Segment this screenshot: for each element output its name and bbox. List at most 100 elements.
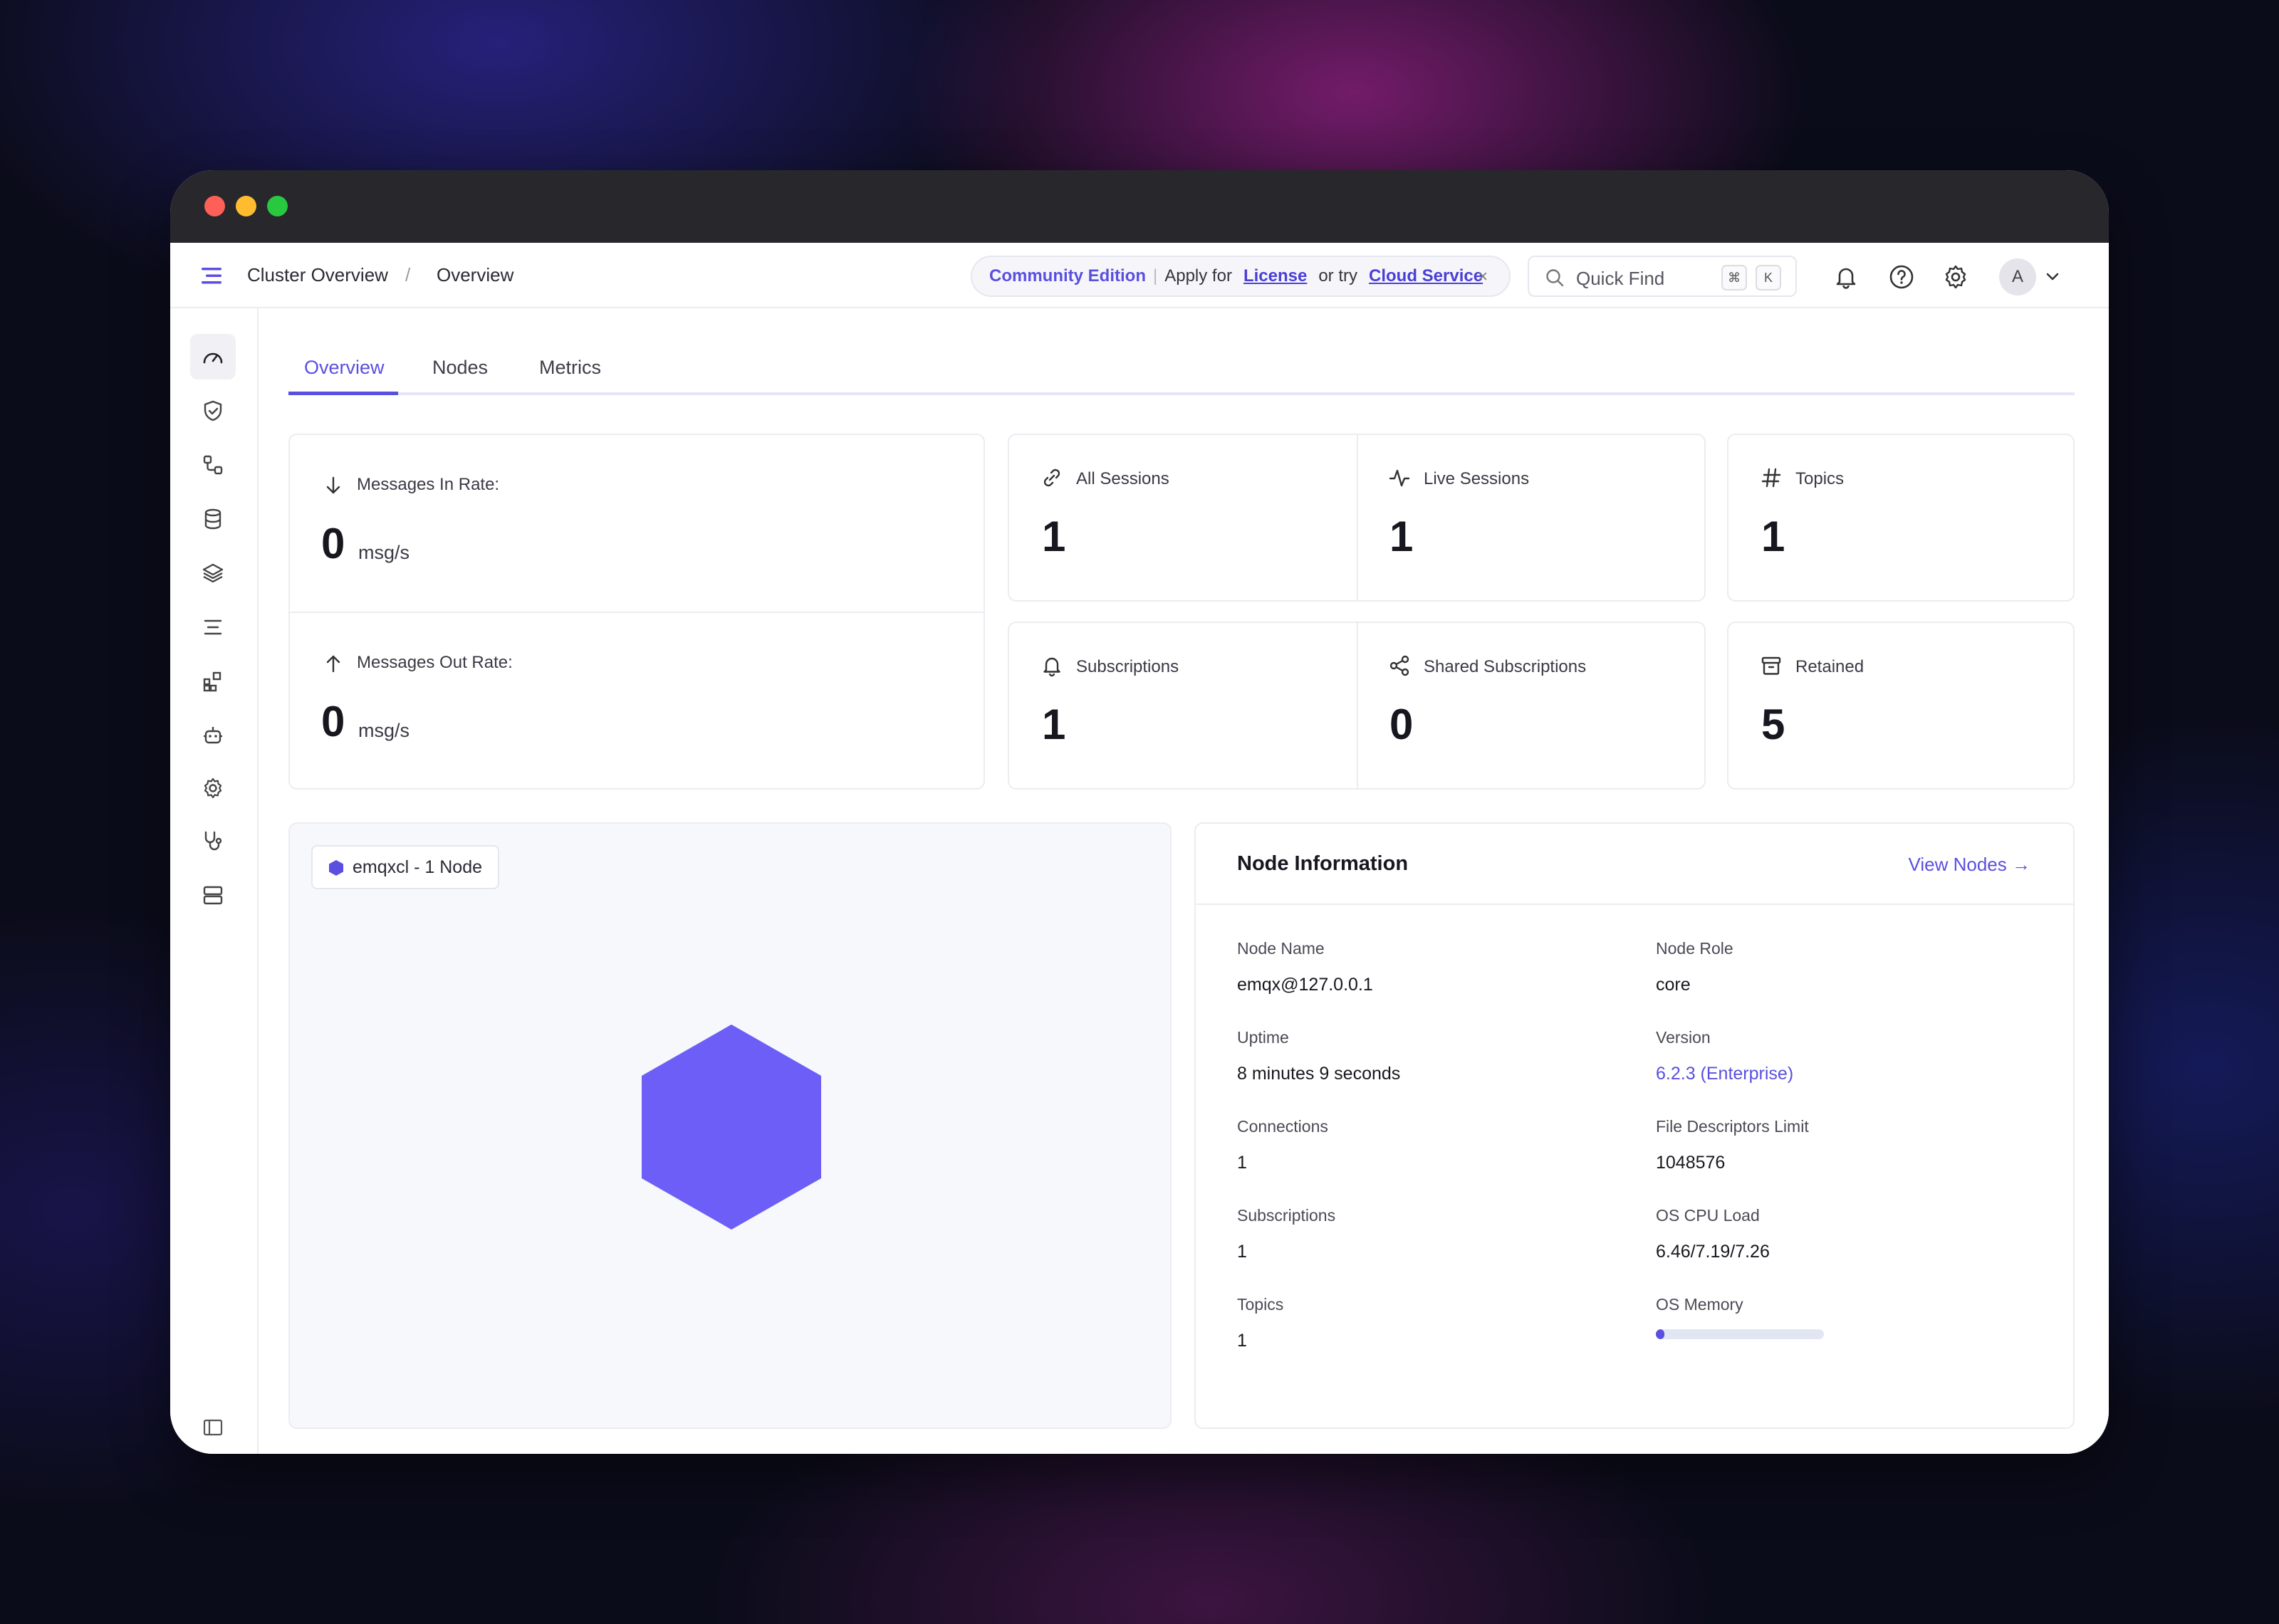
breadcrumb-separator: /: [405, 264, 411, 285]
messages-out-rate-value: 0: [321, 698, 345, 745]
chevron-down-icon[interactable]: [2045, 268, 2060, 284]
cluster-node-hexagon[interactable]: [642, 1025, 821, 1230]
user-avatar[interactable]: A: [1999, 258, 2036, 295]
sidebar-item-layers[interactable]: [190, 550, 236, 596]
topics-card: Topics 1: [1727, 434, 2075, 602]
node-role-value: core: [1656, 975, 1691, 995]
tab-nodes[interactable]: Nodes: [432, 357, 488, 379]
message-rates-card: Messages In Rate: 0 msg/s Messages Out R…: [288, 434, 985, 790]
subscriptions-divider: [1357, 623, 1358, 788]
hexagon-icon: [329, 860, 343, 876]
subscriptions-label: Subscriptions: [1076, 657, 1179, 676]
sidebar-item-integration[interactable]: [190, 442, 236, 488]
topics-label: Topics: [1795, 469, 1845, 488]
node-name-label: Node Name: [1237, 939, 1325, 958]
sidebar-item-dashboard[interactable]: [190, 334, 236, 379]
sidebar-item-diagnose[interactable]: [190, 818, 236, 864]
node-information-title: Node Information: [1237, 852, 1409, 875]
sidebar-panel-icon: [203, 1419, 223, 1436]
os-memory-label: OS Memory: [1656, 1295, 1743, 1314]
cpu-load-label: OS CPU Load: [1656, 1206, 1760, 1225]
node-subscriptions-label: Subscriptions: [1237, 1206, 1336, 1225]
cpu-load-value: 6.46/7.19/7.26: [1656, 1242, 1770, 1262]
view-nodes-link[interactable]: View Nodes →: [1909, 854, 2031, 876]
connections-value: 1: [1237, 1153, 1247, 1173]
sidebar-item-access-control[interactable]: [190, 388, 236, 434]
activity-pulse-icon: [1389, 469, 1410, 487]
sidebar-item-extensions[interactable]: [190, 659, 236, 704]
license-link[interactable]: License: [1243, 266, 1307, 286]
topics-value: 1: [1761, 513, 1785, 560]
arrow-down-icon: [326, 476, 340, 494]
os-memory-progress-bar: [1656, 1329, 1824, 1339]
tab-overview[interactable]: Overview: [304, 357, 385, 379]
retained-card: Retained 5: [1727, 622, 2075, 790]
cluster-node-chip-label: emqxcl - 1 Node: [353, 857, 483, 877]
menu-toggle-icon[interactable]: [199, 263, 224, 288]
fd-limit-label: File Descriptors Limit: [1656, 1117, 1809, 1136]
banner-divider: |: [1152, 266, 1158, 285]
banner-close-icon[interactable]: ×: [1478, 267, 1488, 287]
messages-in-rate-unit: msg/s: [358, 542, 410, 563]
shared-subscriptions-label: Shared Subscriptions: [1424, 657, 1587, 676]
flow-nodes-icon: [203, 455, 223, 475]
cloud-service-link[interactable]: Cloud Service: [1369, 266, 1483, 286]
robot-icon: [204, 727, 222, 744]
search-placeholder: Quick Find: [1576, 268, 1665, 289]
arrow-up-icon: [326, 655, 340, 673]
rates-divider: [290, 612, 984, 613]
sidebar-nav: [170, 308, 259, 1454]
messages-out-rate-unit: msg/s: [358, 720, 410, 741]
breadcrumb-current: Overview: [437, 264, 514, 285]
list-icon: [204, 619, 222, 635]
or-try-text: or try: [1318, 266, 1357, 285]
sidebar-item-data[interactable]: [190, 496, 236, 542]
tab-metrics[interactable]: Metrics: [539, 357, 601, 379]
main-content: Overview Nodes Metrics Messages In Rate:…: [259, 308, 2109, 1454]
subscriptions-value: 1: [1042, 701, 1066, 748]
layers-icon: [202, 563, 224, 583]
version-link[interactable]: 6.2.3 (Enterprise): [1656, 1064, 1793, 1084]
messages-in-rate-label: Messages In Rate:: [357, 475, 500, 494]
subscriptions-card: Subscriptions 1 Shared Subscriptions 0: [1008, 622, 1706, 790]
breadcrumb-cluster-overview[interactable]: Cluster Overview: [247, 264, 388, 286]
maximize-window-button[interactable]: [267, 196, 288, 216]
sidebar-item-cluster[interactable]: [190, 872, 236, 918]
node-subscriptions-value: 1: [1237, 1242, 1247, 1262]
bell-icon[interactable]: [1832, 263, 1860, 290]
license-banner: Community Edition | Apply for License or…: [971, 256, 1511, 297]
shared-subscriptions-value: 0: [1389, 701, 1414, 748]
fd-limit-value: 1048576: [1656, 1153, 1726, 1173]
sidebar-item-ai[interactable]: [190, 713, 236, 758]
quick-find-input[interactable]: Quick Find ⌘ K: [1528, 256, 1797, 297]
close-window-button[interactable]: [204, 196, 225, 216]
gear-icon: [204, 777, 222, 799]
apply-for-text: Apply for: [1164, 266, 1232, 285]
node-information-panel: Node Information View Nodes → Node Name …: [1194, 822, 2075, 1429]
messages-in-rate-value: 0: [321, 520, 345, 567]
bell-outline-icon: [1043, 657, 1060, 677]
database-icon: [204, 508, 221, 530]
retained-label: Retained: [1795, 657, 1865, 676]
sidebar-collapse-button[interactable]: [190, 1405, 236, 1450]
connections-label: Connections: [1237, 1117, 1328, 1136]
search-icon: [1546, 269, 1564, 287]
sessions-divider: [1357, 435, 1358, 600]
uptime-label: Uptime: [1237, 1028, 1289, 1047]
help-icon[interactable]: [1888, 263, 1915, 290]
archive-icon: [1761, 656, 1781, 675]
server-icon: [203, 886, 223, 905]
gauge-icon: [203, 352, 223, 364]
all-sessions-label: All Sessions: [1076, 469, 1169, 488]
minimize-window-button[interactable]: [236, 196, 256, 216]
cluster-node-chip[interactable]: emqxcl - 1 Node: [311, 845, 500, 889]
edition-label: Community Edition: [989, 266, 1146, 285]
settings-gear-icon[interactable]: [1942, 263, 1969, 290]
active-tab-indicator: [288, 392, 398, 395]
sidebar-item-management[interactable]: [190, 765, 236, 811]
version-label: Version: [1656, 1028, 1711, 1047]
sidebar-item-log[interactable]: [190, 604, 236, 650]
shortcut-key-k: K: [1756, 265, 1781, 290]
node-topics-label: Topics: [1237, 1295, 1284, 1314]
cluster-topology-panel: emqxcl - 1 Node: [288, 822, 1172, 1429]
